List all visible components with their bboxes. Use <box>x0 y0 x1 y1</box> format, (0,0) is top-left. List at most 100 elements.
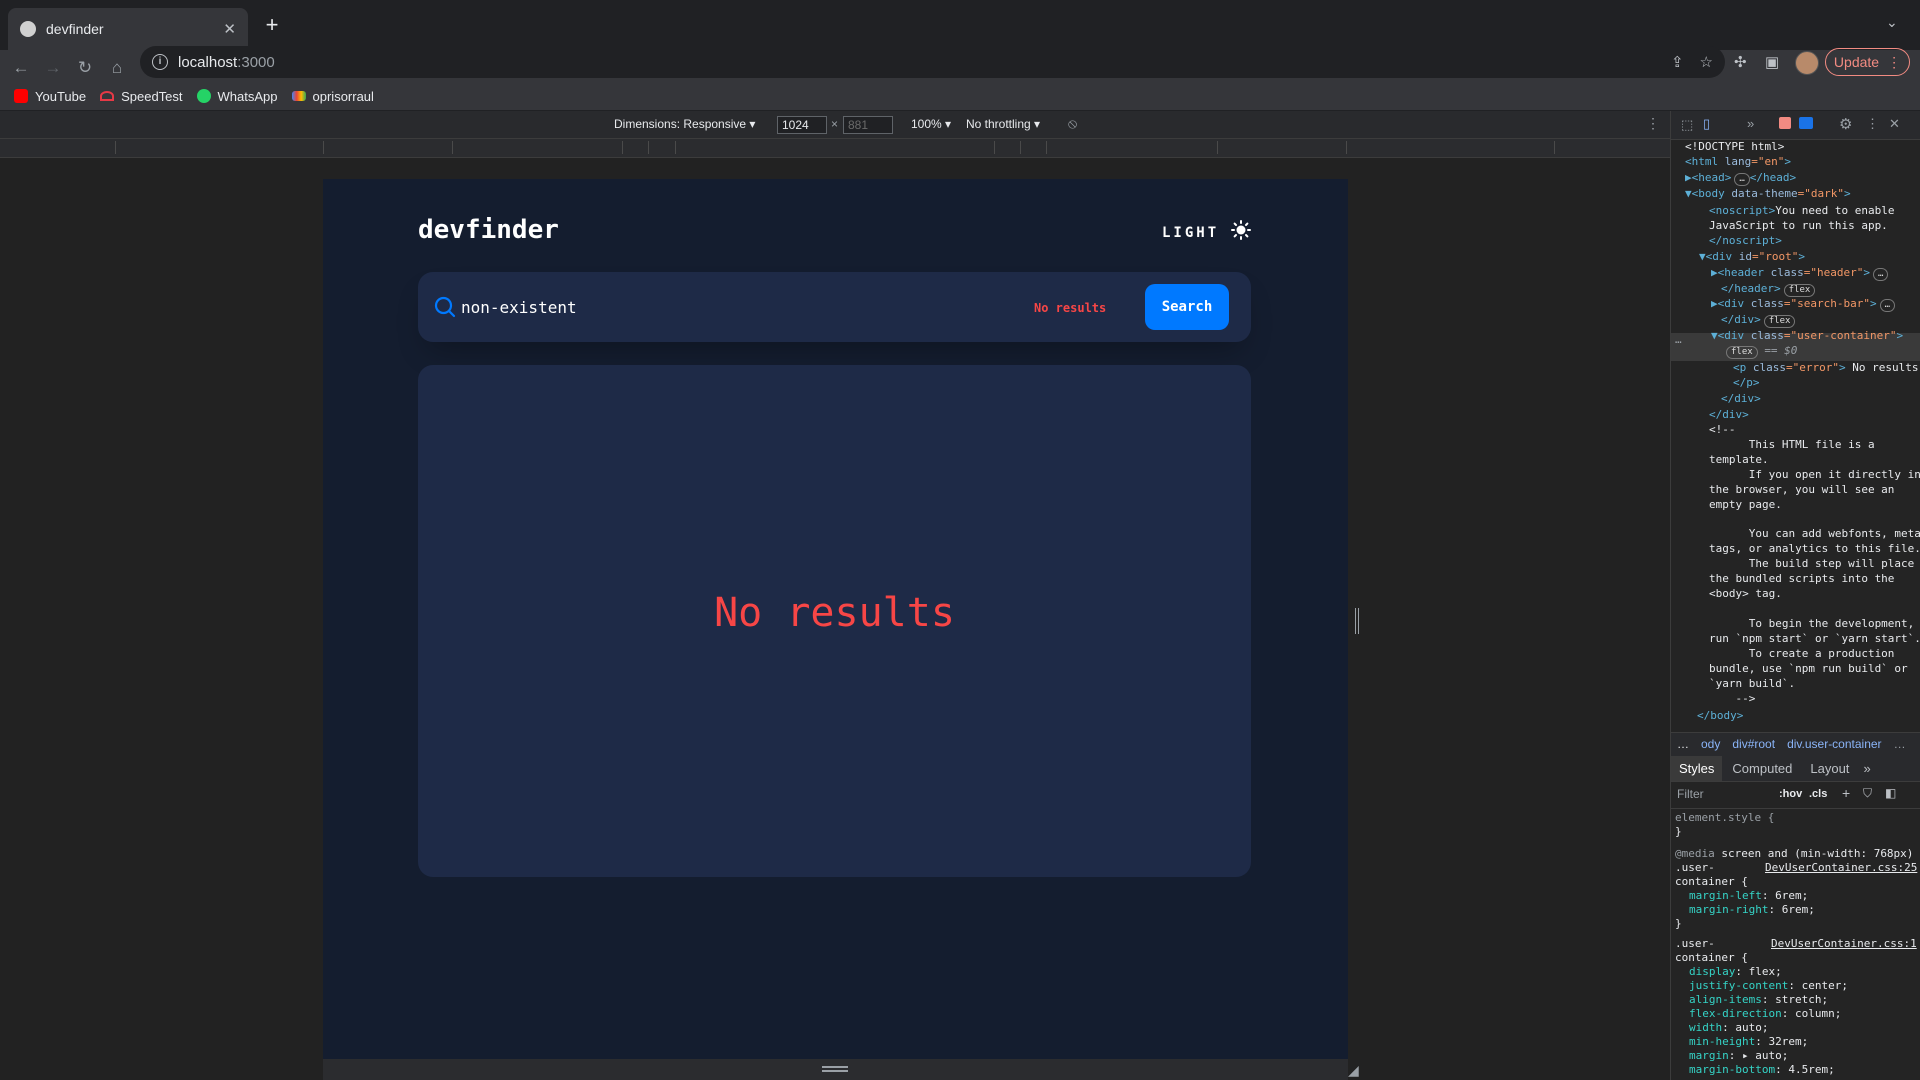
search-button[interactable]: Search <box>1145 284 1229 330</box>
update-button[interactable]: Update ⋮ <box>1825 48 1910 76</box>
style-line[interactable]: margin-bottom: 4.5rem; <box>1689 1063 1835 1076</box>
tree-line[interactable]: flex == $0 <box>1723 344 1797 359</box>
throttling-dropdown[interactable]: No throttling ▾ <box>966 117 1040 131</box>
tree-line[interactable]: </noscript> <box>1709 234 1782 247</box>
ellipsis-badge[interactable]: … <box>1872 268 1889 281</box>
corner-resize-icon[interactable]: ◢ <box>1348 1062 1359 1079</box>
tab-close-icon[interactable]: ✕ <box>223 20 236 38</box>
reload-icon[interactable]: ↻ <box>74 58 96 78</box>
side-panel-icon[interactable]: ▣ <box>1765 53 1779 71</box>
style-line[interactable]: .user- <box>1675 937 1715 950</box>
styles-filter-input[interactable]: Filter <box>1677 787 1704 801</box>
tree-line[interactable]: This HTML file is a <box>1709 438 1875 451</box>
style-line[interactable]: margin-left: 6rem; <box>1689 889 1808 902</box>
tree-line[interactable]: </div> <box>1709 408 1749 421</box>
tree-line[interactable]: `yarn build`. <box>1709 677 1795 690</box>
address-bar[interactable]: i localhost:3000 ⇪ ☆ <box>140 46 1725 78</box>
ellipsis-badge[interactable]: … <box>1734 173 1750 186</box>
style-line[interactable]: justify-content: center; <box>1689 979 1848 992</box>
home-icon[interactable]: ⌂ <box>106 58 128 78</box>
tree-line[interactable]: empty page. <box>1709 498 1782 511</box>
flex-badge[interactable]: flex <box>1763 315 1796 328</box>
tree-line[interactable]: You can add webfonts, meta <box>1709 527 1920 540</box>
tree-line[interactable]: <noscript>You need to enable <box>1709 204 1894 217</box>
tree-line[interactable]: If you open it directly in <box>1709 468 1920 481</box>
style-source-link[interactable]: DevUserContainer.css:25 <box>1765 861 1917 874</box>
width-input[interactable]: 1024 <box>777 116 827 134</box>
back-arrow-icon[interactable]: ← <box>10 58 32 78</box>
tree-line[interactable]: <body> tag. <box>1709 587 1782 600</box>
more-tabs-icon[interactable]: » <box>1747 116 1754 131</box>
tab-search-chevron-icon[interactable]: ⌄ <box>1886 14 1898 31</box>
style-line[interactable]: align-items: stretch; <box>1689 993 1828 1006</box>
tree-line[interactable]: To begin the development, <box>1709 617 1915 630</box>
settings-gear-icon[interactable]: ⚙ <box>1839 115 1852 133</box>
style-line[interactable]: min-height: 32rem; <box>1689 1035 1808 1048</box>
tab-styles[interactable]: Styles <box>1671 755 1723 781</box>
tree-line[interactable]: </div> <box>1721 392 1761 405</box>
style-line[interactable]: margin-right: 6rem; <box>1689 903 1815 916</box>
device-more-icon[interactable]: ⋮ <box>1646 115 1660 132</box>
crumb-root[interactable]: div#root <box>1732 737 1775 751</box>
style-line[interactable]: margin: ▸ auto; <box>1689 1049 1788 1062</box>
error-badge-icon[interactable] <box>1779 117 1791 129</box>
style-source-link[interactable]: DevUserContainer.css:1 <box>1771 937 1917 950</box>
bookmark-youtube[interactable]: YouTube <box>14 89 86 104</box>
tree-line[interactable]: <html lang="en"> <box>1685 155 1791 168</box>
dimensions-dropdown[interactable]: Dimensions: Responsive ▾ <box>614 117 755 131</box>
crumb-overflow[interactable]: … <box>1894 737 1906 751</box>
extensions-puzzle-icon[interactable]: ✣ <box>1734 53 1747 71</box>
crumb-body[interactable]: ody <box>1701 737 1720 751</box>
rotate-icon[interactable]: ⦸ <box>1068 115 1077 132</box>
tree-line[interactable]: <!-- <box>1709 423 1736 436</box>
bookmark-speedtest[interactable]: SpeedTest <box>100 89 183 104</box>
tree-line[interactable]: </header> flex <box>1721 282 1816 297</box>
device-toggle-icon[interactable]: ▯ <box>1703 116 1710 132</box>
tree-line[interactable]: ▼<body data-theme="dark"> <box>1685 187 1851 200</box>
tab-layout[interactable]: Layout <box>1810 761 1849 776</box>
tree-line[interactable]: the bundled scripts into the <box>1709 572 1894 585</box>
tab-devfinder[interactable]: devfinder ✕ <box>8 8 248 50</box>
tree-line[interactable]: template. <box>1709 453 1769 466</box>
bookmark-whatsapp[interactable]: WhatsApp <box>196 89 278 104</box>
tree-line[interactable]: ▶<header class="header">… <box>1711 266 1889 281</box>
site-info-icon[interactable]: i <box>152 54 168 70</box>
style-line[interactable]: .user- <box>1675 861 1715 874</box>
side-resize-handle[interactable] <box>1355 608 1359 634</box>
tree-line[interactable]: ▶<div class="search-bar">… <box>1711 297 1896 312</box>
tree-line[interactable]: --> <box>1709 692 1755 705</box>
crumb-overflow[interactable]: … <box>1677 737 1689 751</box>
tree-line[interactable]: <p class="error"> No results <box>1733 361 1918 374</box>
row-ellipsis[interactable]: … <box>1675 333 1682 346</box>
new-tab-button[interactable]: + <box>258 12 286 38</box>
tree-line[interactable]: </body> <box>1697 709 1743 722</box>
style-line[interactable]: display: flex; <box>1689 965 1782 978</box>
tree-line[interactable]: ▶<head>… </head> <box>1685 171 1796 186</box>
tree-line[interactable]: run `npm start` or `yarn start`. <box>1709 632 1920 645</box>
forward-arrow-icon[interactable]: → <box>42 58 64 78</box>
devtools-close-icon[interactable]: ✕ <box>1889 116 1900 132</box>
flex-badge[interactable]: flex <box>1783 284 1816 297</box>
profile-avatar[interactable] <box>1795 51 1819 75</box>
tree-line[interactable]: JavaScript to run this app. <box>1709 219 1888 232</box>
style-line[interactable]: element.style { <box>1675 811 1774 824</box>
tree-line[interactable]: ▼<div id="root"> <box>1699 250 1805 263</box>
theme-toggle[interactable]: LIGHT <box>1162 220 1252 245</box>
bookmark-oprisorraul[interactable]: oprisorraul <box>291 89 374 104</box>
tree-line[interactable]: bundle, use `npm run build` or <box>1709 662 1908 675</box>
search-input[interactable] <box>461 289 1001 325</box>
inspect-element-icon[interactable]: ⬚ <box>1681 117 1693 133</box>
tree-line[interactable]: </p> <box>1733 376 1760 389</box>
paint-icon[interactable]: ⛉ <box>1863 786 1872 801</box>
crumb-user-container[interactable]: div.user-container <box>1787 737 1882 751</box>
sidebar-toggle-icon[interactable]: ◧ <box>1885 786 1896 800</box>
style-line[interactable]: width: auto; <box>1689 1021 1768 1034</box>
cls-toggle[interactable]: .cls <box>1809 788 1827 800</box>
share-icon[interactable]: ⇪ <box>1671 53 1684 71</box>
style-line[interactable]: flex-direction: column; <box>1689 1007 1841 1020</box>
bottom-resize-handle[interactable] <box>822 1066 848 1072</box>
tab-computed[interactable]: Computed <box>1732 761 1792 776</box>
devtools-menu-icon[interactable]: ⋮ <box>1866 116 1879 132</box>
tree-line[interactable]: To create a production <box>1709 647 1895 660</box>
bookmark-star-icon[interactable]: ☆ <box>1700 53 1713 71</box>
